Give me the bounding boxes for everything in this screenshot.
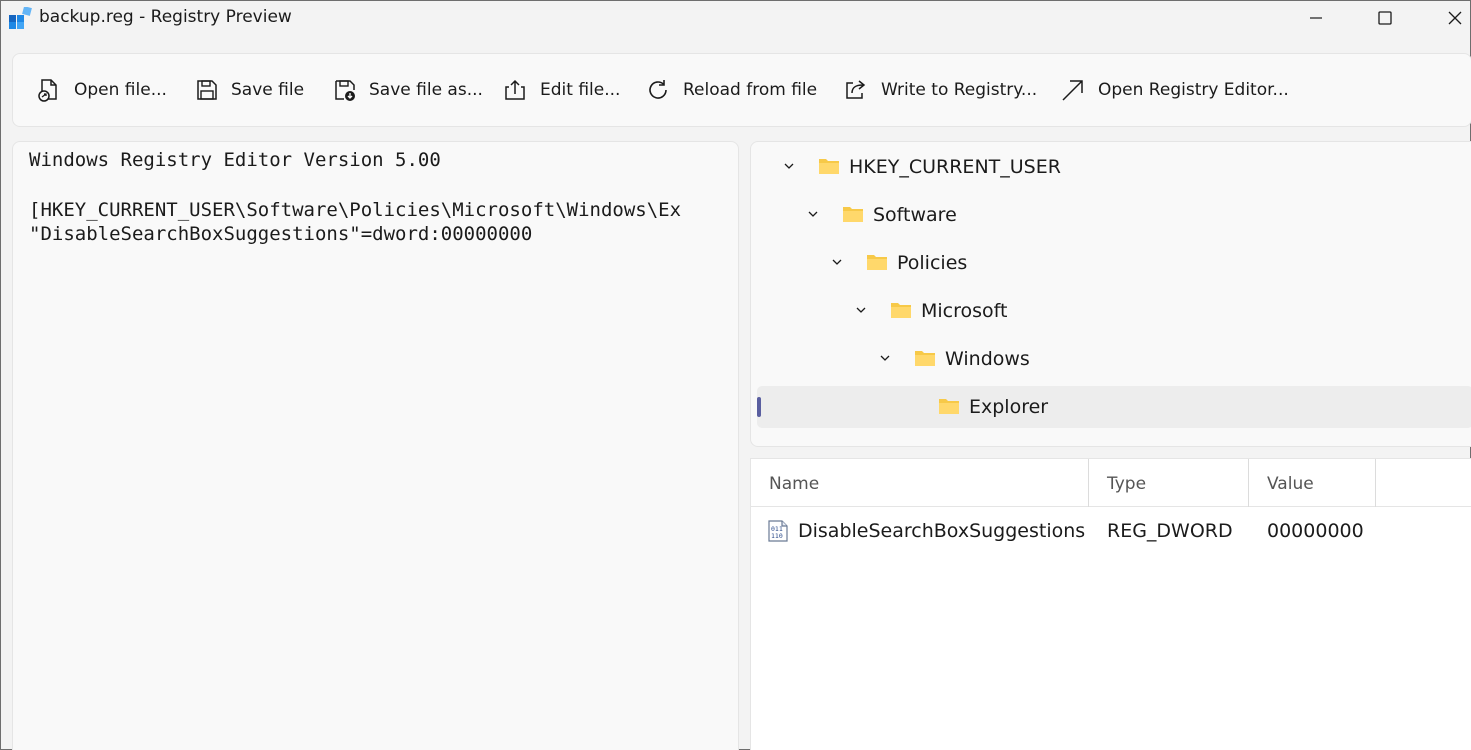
svg-text:110: 110 xyxy=(771,532,783,540)
window-title: backup.reg - Registry Preview xyxy=(39,7,292,27)
edit-file-label: Edit file... xyxy=(540,80,621,100)
command-bar: Open file... Save file Save file as... E… xyxy=(12,53,1471,127)
edit-file-button[interactable]: Edit file... xyxy=(502,54,620,126)
save-file-button[interactable]: Save file xyxy=(195,54,304,126)
chevron-down-icon xyxy=(832,259,842,265)
close-button[interactable] xyxy=(1432,1,1471,35)
tree-item-policies[interactable]: Policies xyxy=(757,242,1471,284)
write-to-registry-button[interactable]: Write to Registry... xyxy=(843,54,1037,126)
editor-line: Windows Registry Editor Version 5.00 xyxy=(29,149,441,171)
chevron-down-icon xyxy=(808,211,818,217)
tree-item-windows[interactable]: Windows xyxy=(757,338,1471,380)
save-as-icon xyxy=(335,80,355,101)
reg-file-editor[interactable]: Windows Registry Editor Version 5.00 [HK… xyxy=(12,141,739,750)
folder-icon xyxy=(843,207,863,222)
export-arrow-icon xyxy=(846,80,866,99)
maximize-icon xyxy=(1378,11,1392,25)
editor-line: "DisableSearchBoxSuggestions"=dword:0000… xyxy=(29,223,533,245)
chevron-down-icon xyxy=(880,355,890,361)
open-file-button[interactable]: Open file... xyxy=(36,54,167,126)
write-to-registry-label: Write to Registry... xyxy=(881,80,1038,100)
folder-icon xyxy=(891,303,911,318)
folder-icon xyxy=(915,351,935,366)
column-header-value[interactable]: Value xyxy=(1249,459,1376,507)
reload-from-file-label: Reload from file xyxy=(683,80,818,100)
tree-item-label: Software xyxy=(873,204,957,226)
tree-item-explorer[interactable]: Explorer xyxy=(757,386,1471,428)
refresh-icon xyxy=(649,80,667,99)
selection-indicator xyxy=(757,397,761,417)
folder-icon xyxy=(819,159,839,174)
open-registry-editor-button[interactable]: Open Registry Editor... xyxy=(1060,54,1289,126)
value-data-cell: 00000000 xyxy=(1267,520,1364,542)
tree-item-label: Microsoft xyxy=(921,300,1008,322)
folder-icon xyxy=(867,255,887,270)
value-name-cell: DisableSearchBoxSuggestions xyxy=(798,520,1086,542)
close-icon xyxy=(1448,11,1462,25)
open-file-label: Open file... xyxy=(74,80,167,100)
save-file-as-label: Save file as... xyxy=(369,80,483,100)
column-header-type[interactable]: Type xyxy=(1089,459,1249,507)
tree-item-microsoft[interactable]: Microsoft xyxy=(757,290,1471,332)
column-resizer[interactable] xyxy=(1375,459,1376,507)
maximize-button[interactable] xyxy=(1362,1,1408,35)
save-file-label: Save file xyxy=(231,80,305,100)
folder-icon xyxy=(939,399,959,414)
save-file-as-button[interactable]: Save file as... xyxy=(333,54,483,126)
tree-item-label: Policies xyxy=(897,252,968,274)
values-table-header: Name Type Value xyxy=(751,459,1471,507)
open-file-icon xyxy=(38,79,57,102)
values-table: Name Type Value 011 110 DisableSearchBox… xyxy=(750,458,1471,750)
tree-item-label: HKEY_CURRENT_USER xyxy=(849,156,1061,178)
editor-line: [HKEY_CURRENT_USER\Software\Policies\Mic… xyxy=(29,199,682,221)
value-type-cell: REG_DWORD xyxy=(1107,520,1233,542)
minimize-icon xyxy=(1310,17,1322,19)
column-header-name[interactable]: Name xyxy=(751,459,1089,507)
tree-item-hkey-current-user[interactable]: HKEY_CURRENT_USER xyxy=(757,146,1471,188)
title-bar: backup.reg - Registry Preview xyxy=(1,1,1470,41)
tree-item-label: Explorer xyxy=(969,396,1049,418)
tree-item-software[interactable]: Software xyxy=(757,194,1471,236)
minimize-button[interactable] xyxy=(1293,1,1339,35)
open-registry-editor-label: Open Registry Editor... xyxy=(1098,80,1289,100)
chevron-down-icon xyxy=(784,163,794,169)
chevron-down-icon xyxy=(856,307,866,313)
open-external-arrow-icon xyxy=(1062,80,1083,101)
reload-from-file-button[interactable]: Reload from file xyxy=(645,54,817,126)
binary-value-icon: 011 110 xyxy=(768,520,788,542)
save-icon xyxy=(197,80,217,100)
tree-item-label: Windows xyxy=(945,348,1030,370)
registry-tree: HKEY_CURRENT_USER Software Policies Micr… xyxy=(750,141,1471,447)
registry-preview-app-icon xyxy=(9,7,32,29)
table-row[interactable]: 011 110 DisableSearchBoxSuggestions REG_… xyxy=(751,507,1471,557)
share-upload-icon xyxy=(505,79,525,100)
